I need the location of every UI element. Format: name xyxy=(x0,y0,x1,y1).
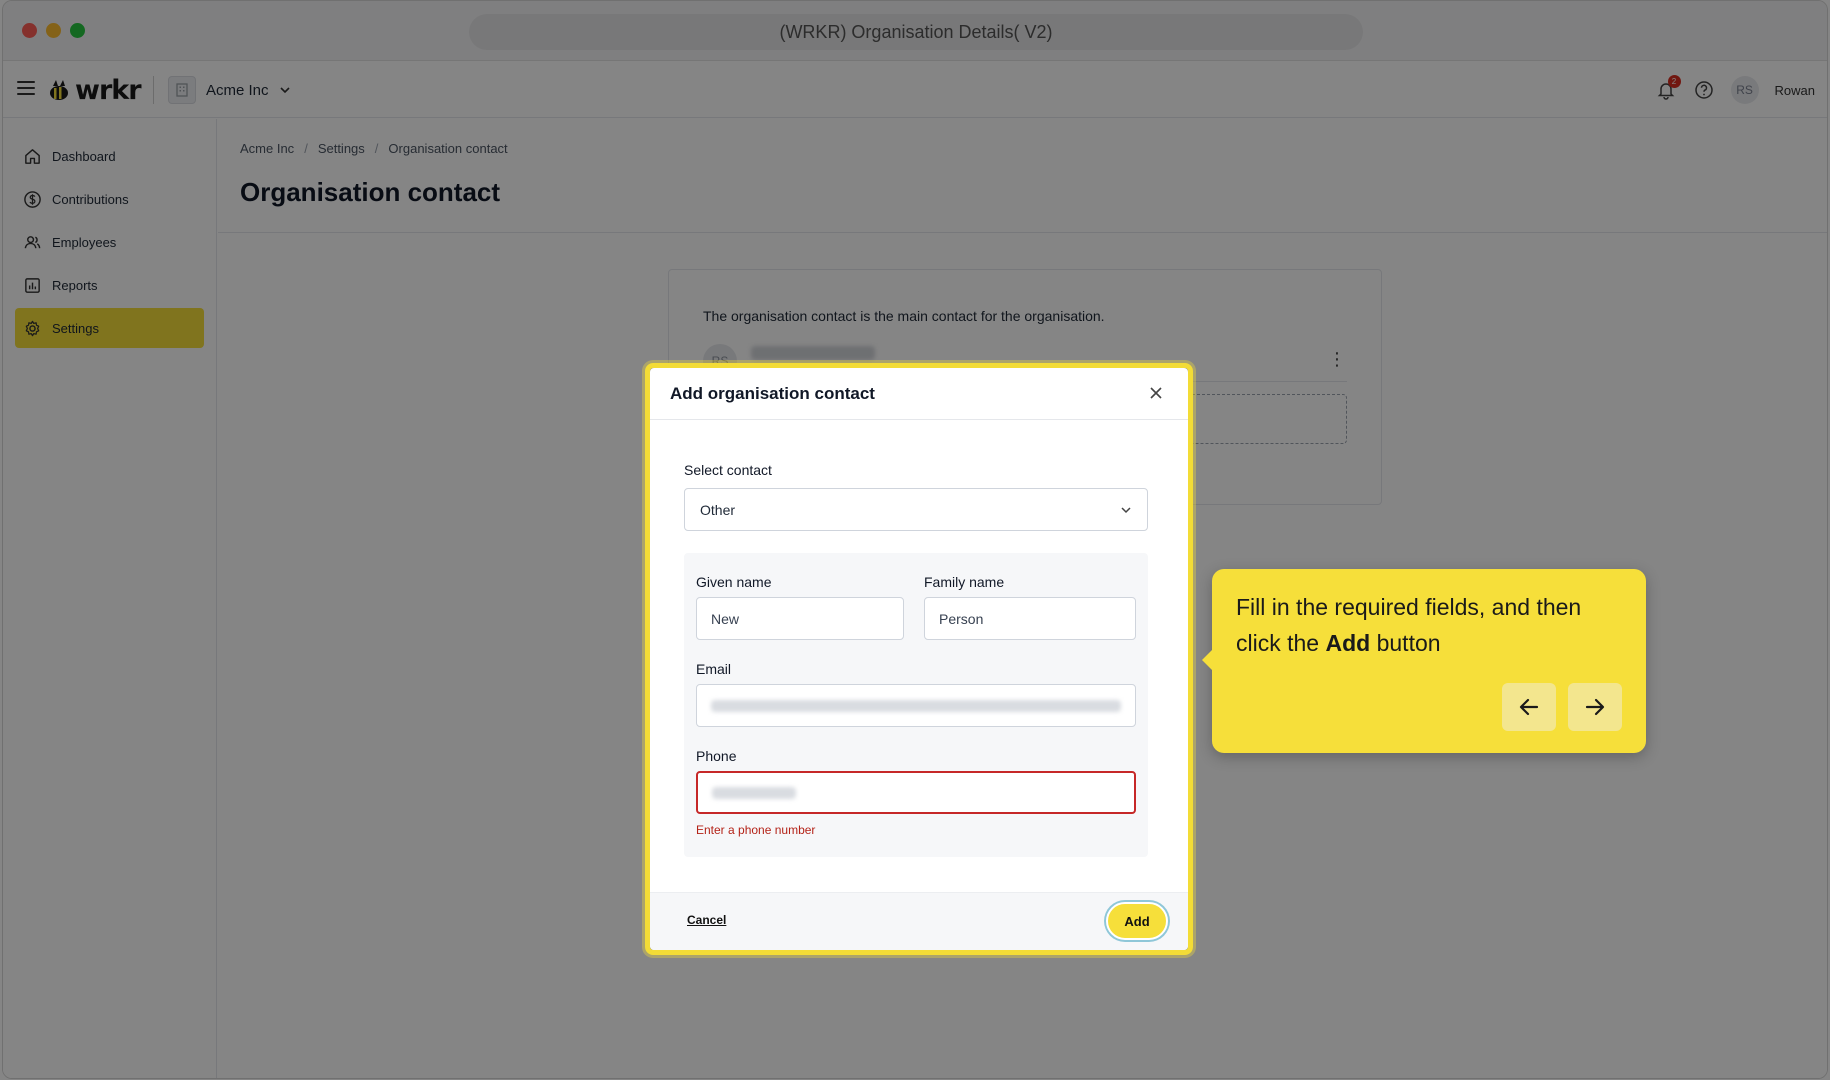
browser-chrome: (WRKR) Organisation Details( V2) xyxy=(3,1,1827,61)
select-contact-value: Other xyxy=(700,501,736,518)
select-contact-label: Select contact xyxy=(684,462,772,478)
tooltip-text-part: button xyxy=(1370,630,1441,656)
org-name: Acme Inc xyxy=(206,81,269,99)
guide-tooltip: Fill in the required fields, and then cl… xyxy=(1202,569,1646,753)
menu-icon[interactable] xyxy=(17,81,35,95)
breadcrumb-item[interactable]: Settings xyxy=(318,141,365,156)
users-icon xyxy=(24,235,41,248)
sidebar-item-employees[interactable]: Employees xyxy=(15,222,204,262)
bee-icon xyxy=(50,80,68,100)
sidebar-item-label: Settings xyxy=(52,320,99,336)
divider xyxy=(218,232,1827,233)
select-contact-dropdown[interactable]: Other xyxy=(684,488,1148,531)
user-name[interactable]: Rowan xyxy=(1775,83,1815,98)
sidebar-item-label: Contributions xyxy=(52,191,129,207)
divider xyxy=(153,76,154,104)
address-bar[interactable]: (WRKR) Organisation Details( V2) xyxy=(469,14,1363,50)
add-contact-modal: Add organisation contact Select contact … xyxy=(650,368,1188,950)
modal-title: Add organisation contact xyxy=(670,384,875,403)
contact-details-panel: Given name Family name New Person Email … xyxy=(684,553,1148,857)
given-name-input[interactable]: New xyxy=(696,597,904,640)
sidebar-item-reports[interactable]: Reports xyxy=(15,265,204,305)
chevron-down-icon xyxy=(1121,507,1131,514)
tooltip-previous-button[interactable] xyxy=(1502,683,1556,731)
dollar-circle-icon xyxy=(24,190,41,208)
brand-name: wrkr xyxy=(75,74,142,106)
email-label: Email xyxy=(696,661,732,677)
user-avatar[interactable]: RS xyxy=(1730,76,1759,104)
arrow-right-icon xyxy=(1585,698,1605,716)
email-input[interactable] xyxy=(696,684,1136,727)
sidebar-item-settings[interactable]: Settings xyxy=(15,308,204,348)
given-name-label: Given name xyxy=(696,574,772,590)
brand-logo[interactable]: wrkr xyxy=(47,74,142,106)
breadcrumb-item: Organisation contact xyxy=(388,141,508,156)
notification-count-badge: 2 xyxy=(1667,75,1681,88)
help-button[interactable] xyxy=(1693,79,1715,101)
gear-icon xyxy=(25,320,40,336)
sidebar-item-label: Reports xyxy=(52,277,98,293)
more-options-icon[interactable]: ⋮ xyxy=(1327,348,1347,372)
top-bar: wrkr Acme Inc 2 RS Rowan xyxy=(3,62,1827,118)
building-icon xyxy=(168,76,196,104)
tooltip-text: Fill in the required fields, and then cl… xyxy=(1236,589,1626,661)
sidebar-item-label: Employees xyxy=(52,234,117,250)
phone-label: Phone xyxy=(696,748,737,764)
breadcrumb-separator: / xyxy=(304,141,308,156)
chevron-down-icon xyxy=(279,87,290,94)
family-name-input[interactable]: Person xyxy=(924,597,1136,640)
sidebar: Dashboard Contributions Employees Report… xyxy=(3,119,217,1078)
given-name-value: New xyxy=(711,610,740,627)
tooltip-next-button[interactable] xyxy=(1568,683,1622,731)
family-name-label: Family name xyxy=(924,574,1005,590)
home-icon xyxy=(25,148,40,164)
tooltip-pointer xyxy=(1202,650,1212,670)
phone-input[interactable] xyxy=(696,771,1136,814)
cancel-button[interactable]: Cancel xyxy=(687,913,726,927)
redacted-email xyxy=(711,700,1121,712)
add-button[interactable]: Add xyxy=(1106,902,1168,940)
phone-error-message: Enter a phone number xyxy=(696,823,816,837)
close-button[interactable] xyxy=(1144,381,1168,405)
card-description: The organisation contact is the main con… xyxy=(703,308,1105,324)
help-circle-icon xyxy=(1694,81,1713,99)
top-right-actions: 2 RS Rowan xyxy=(1655,75,1815,104)
arrow-left-icon xyxy=(1519,698,1539,716)
minimize-window-button[interactable] xyxy=(46,23,61,38)
modal-footer: Cancel Add xyxy=(650,892,1188,950)
notifications-button[interactable]: 2 xyxy=(1655,75,1681,101)
redacted-phone xyxy=(712,787,796,799)
sidebar-item-label: Dashboard xyxy=(52,148,116,164)
redacted-contact-name xyxy=(751,346,875,360)
breadcrumb-separator: / xyxy=(374,141,379,156)
tooltip-text-bold: Add xyxy=(1325,630,1371,656)
page-title: Organisation contact xyxy=(240,177,501,207)
close-icon xyxy=(1150,387,1162,399)
breadcrumb: Acme Inc / Settings / Organisation conta… xyxy=(240,141,508,156)
close-window-button[interactable] xyxy=(22,23,37,38)
breadcrumb-item[interactable]: Acme Inc xyxy=(240,141,294,156)
family-name-value: Person xyxy=(939,610,984,627)
org-switcher[interactable]: Acme Inc xyxy=(168,76,291,104)
modal-header: Add organisation contact xyxy=(650,368,1188,420)
bar-chart-icon xyxy=(25,277,40,293)
sidebar-item-dashboard[interactable]: Dashboard xyxy=(15,136,204,176)
maximize-window-button[interactable] xyxy=(70,23,85,38)
sidebar-item-contributions[interactable]: Contributions xyxy=(15,179,204,219)
